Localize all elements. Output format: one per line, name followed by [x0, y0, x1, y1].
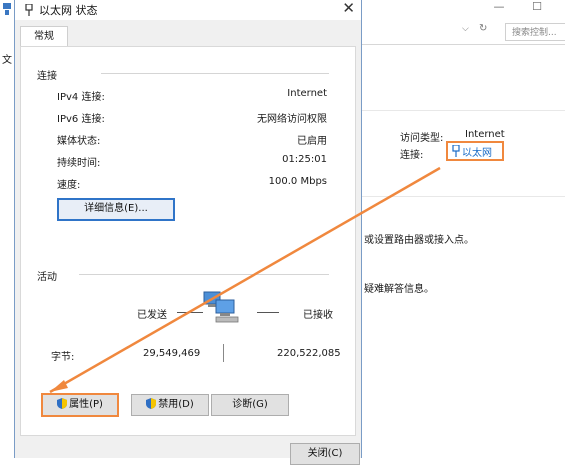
annotation-arrow-line — [49, 166, 441, 394]
annotation-arrow — [49, 166, 441, 394]
